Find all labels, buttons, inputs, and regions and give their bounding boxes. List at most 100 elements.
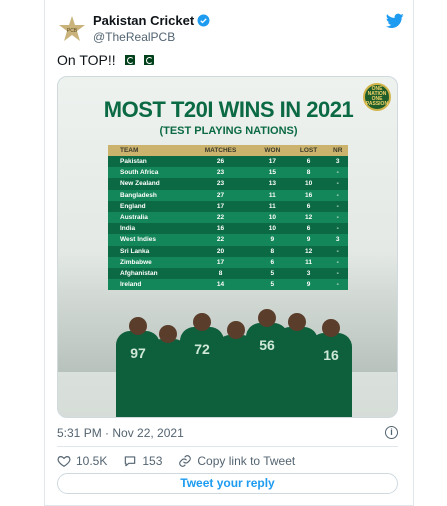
- table-cell: Zimbabwe: [108, 256, 186, 268]
- reply-count: 153: [142, 454, 163, 468]
- like-button[interactable]: 10.5K: [57, 454, 107, 468]
- table-cell: 15: [255, 167, 290, 179]
- table-cell: Ireland: [108, 279, 186, 291]
- column-header: WON: [255, 145, 290, 156]
- tweet-image[interactable]: ONE NATION ONE PASSION MOST T20I WINS IN…: [57, 76, 398, 418]
- table-cell: 27: [186, 189, 256, 201]
- table-cell: 3: [327, 234, 348, 246]
- table-row: India 16 10 6-: [108, 223, 348, 235]
- table-cell: South Africa: [108, 167, 186, 179]
- table-cell: -: [327, 178, 348, 190]
- infographic-title: MOST T20I WINS IN 2021: [103, 97, 354, 122]
- table-cell: Pakistan: [108, 156, 186, 168]
- table-cell: -: [327, 167, 348, 179]
- table-cell: 22: [186, 211, 256, 224]
- table-cell: 16: [289, 189, 328, 201]
- reply-button[interactable]: 153: [123, 454, 162, 468]
- table-row: Sri Lanka 20 8 12-: [108, 245, 348, 257]
- table-cell: 14: [186, 279, 256, 291]
- table-cell: Afghanistan: [108, 267, 186, 280]
- table-cell: 5: [255, 267, 290, 280]
- tweet-timestamp[interactable]: 5:31 PM · Nov 22, 2021: [57, 426, 184, 440]
- pakistan-flag-icon: [121, 55, 135, 65]
- infographic-subtitle: (TEST PLAYING NATIONS): [159, 125, 298, 137]
- table-row: Ireland 14 5 9-: [108, 279, 348, 291]
- table-cell: 8: [289, 167, 328, 179]
- table-body: Pakistan 26 17 6 3 South Africa 23 15 8- New Zeal…: [108, 156, 348, 291]
- table-cell: 17: [255, 156, 290, 168]
- star-logo-icon: PCB: [59, 16, 85, 41]
- table-cell: 16: [186, 223, 256, 235]
- pcb-logo-avatar[interactable]: PCB: [56, 13, 88, 45]
- svg-text:PCB: PCB: [67, 28, 78, 34]
- table-cell: -: [327, 189, 348, 201]
- table-cell: 17: [186, 200, 256, 212]
- table-cell: England: [108, 200, 186, 212]
- table-cell: India: [108, 223, 186, 235]
- table-cell: 10: [255, 223, 290, 235]
- info-icon[interactable]: i: [385, 426, 398, 439]
- table-row: Pakistan 26 17 6 3: [108, 156, 348, 168]
- table-row: New Zealand 23 13 10-: [108, 178, 348, 190]
- display-name[interactable]: Pakistan Cricket: [93, 13, 194, 28]
- tweet-header: PCB Pakistan Cricket @TheRealPCB: [56, 11, 406, 47]
- table-cell: -: [327, 279, 348, 291]
- table-cell: 6: [289, 156, 328, 168]
- table-cell: -: [327, 211, 348, 224]
- divider: [57, 446, 398, 447]
- table-cell: 12: [289, 211, 328, 224]
- speech-bubble-icon: [125, 456, 136, 467]
- twitter-bird-icon[interactable]: [386, 13, 404, 29]
- handle[interactable]: @TheRealPCB: [93, 30, 210, 44]
- heart-icon: [57, 456, 71, 467]
- table-cell: 6: [289, 223, 328, 235]
- column-header: TEAM: [108, 145, 186, 156]
- table-cell: 23: [186, 178, 256, 190]
- table-row: South Africa 23 15 8-: [108, 167, 348, 179]
- table-cell: 9: [255, 234, 290, 246]
- tweet-your-reply-button[interactable]: Tweet your reply: [57, 473, 398, 494]
- tweet-text-content: On TOP!!: [57, 52, 116, 68]
- verified-badge-icon: [197, 14, 210, 27]
- player-figure: 16: [310, 319, 352, 417]
- table-cell: 9: [289, 234, 328, 246]
- table-cell: Sri Lanka: [108, 245, 186, 257]
- table-cell: 5: [255, 279, 290, 291]
- column-header: NR: [327, 145, 348, 156]
- players-photo: 97 72 56 16: [58, 305, 397, 417]
- table-cell: 13: [255, 178, 290, 190]
- copy-link-button[interactable]: Copy link to Tweet: [178, 454, 295, 468]
- table-cell: 8: [255, 245, 290, 257]
- table-cell: 26: [186, 156, 256, 168]
- table-cell: 22: [186, 234, 256, 246]
- column-header: MATCHES: [186, 145, 256, 156]
- table-row: England 17 11 6-: [108, 200, 348, 212]
- table-cell: 8: [186, 267, 256, 280]
- link-icon: [179, 455, 192, 467]
- table-cell: 17: [186, 256, 256, 268]
- table-cell: 10: [255, 211, 290, 224]
- table-row: Bangladesh 27 11 16-: [108, 189, 348, 201]
- table-cell: 23: [186, 167, 256, 179]
- jersey-number: 16: [323, 347, 339, 363]
- table-cell: -: [327, 267, 348, 280]
- table-cell: -: [327, 256, 348, 268]
- table-cell: 11: [255, 189, 290, 201]
- table-cell: New Zealand: [108, 178, 186, 190]
- table-cell: -: [327, 223, 348, 235]
- copy-link-label: Copy link to Tweet: [197, 454, 296, 468]
- table-row: Afghanistan 8 5 3-: [108, 267, 348, 280]
- table-cell: 3: [327, 156, 348, 168]
- table-row: Australia 22 10 12-: [108, 211, 348, 224]
- tweet-actions: 10.5K 153 Copy link to Tweet: [57, 453, 311, 469]
- table-cell: 20: [186, 245, 256, 257]
- table-cell: 6: [289, 200, 328, 212]
- table-cell: 10: [289, 178, 328, 190]
- table-cell: Bangladesh: [108, 189, 186, 201]
- table-cell: 12: [289, 245, 328, 257]
- table-cell: 11: [255, 200, 290, 212]
- table-cell: West Indies: [108, 234, 186, 246]
- table-cell: 3: [289, 267, 328, 280]
- table-cell: 11: [289, 256, 328, 268]
- table-cell: 9: [289, 279, 328, 291]
